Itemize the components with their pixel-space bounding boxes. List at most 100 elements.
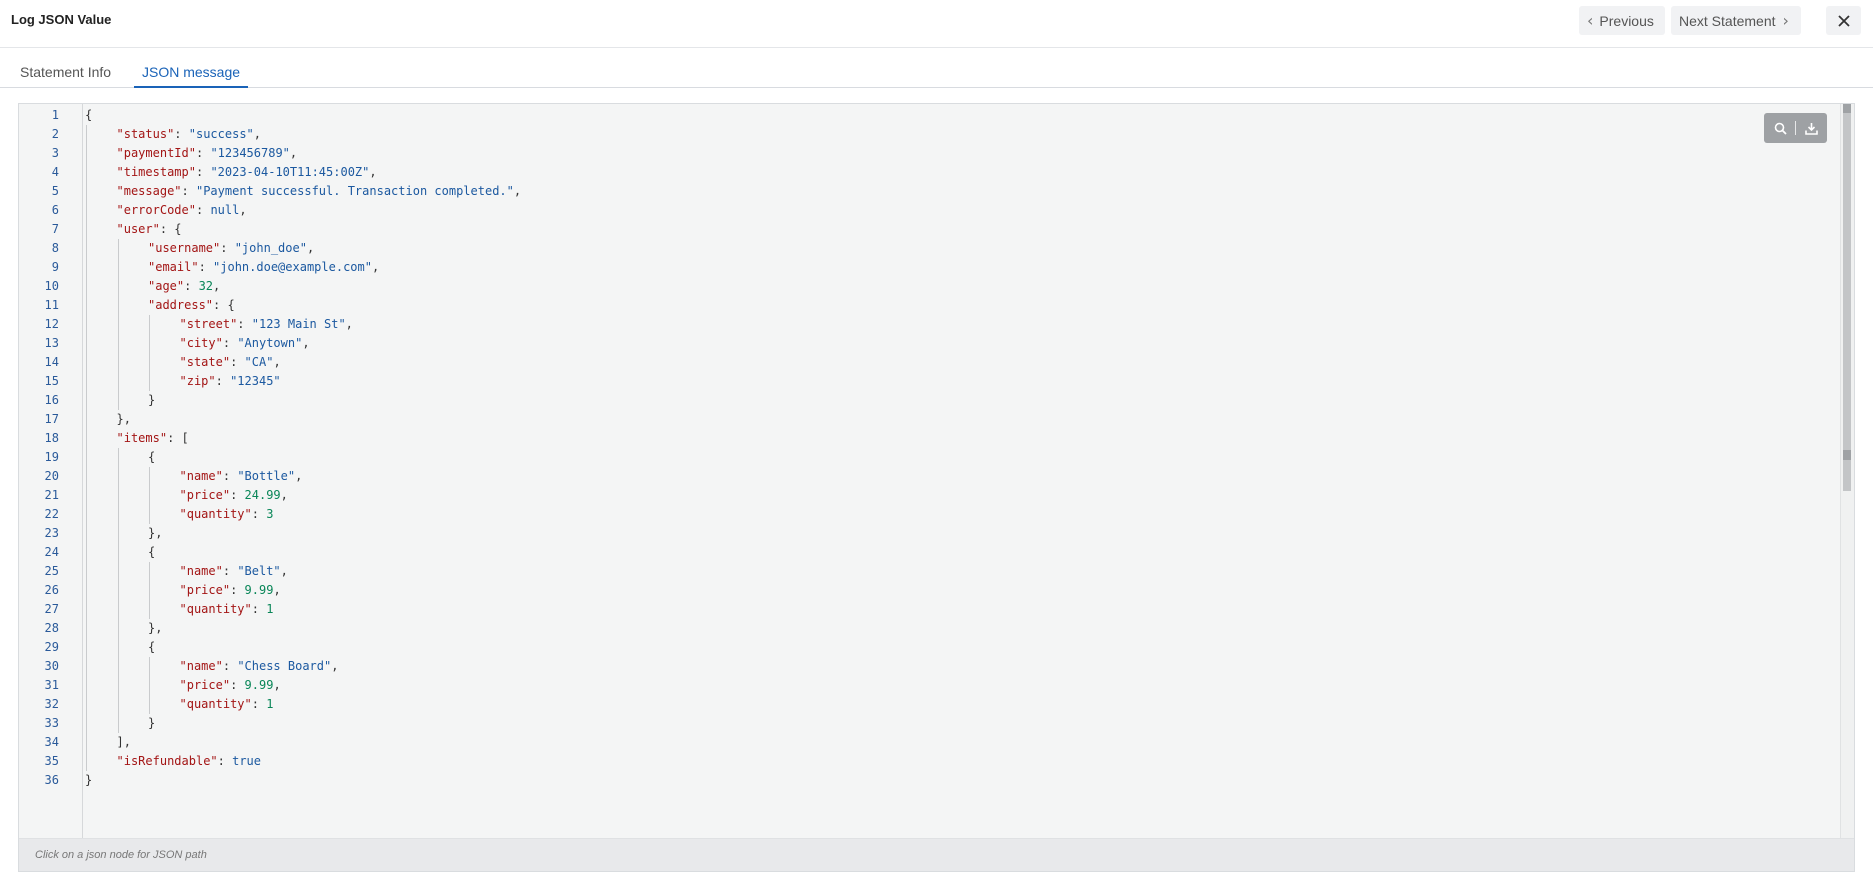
code-line[interactable]: 25 "name": "Belt", [19,562,1840,581]
indent-guide [86,619,87,638]
code-line[interactable]: 26 "price": 9.99, [19,581,1840,600]
indent-guide [86,600,87,619]
code-token: , [280,564,288,578]
code-line[interactable]: 1{ [19,106,1840,125]
code-line[interactable]: 16} [19,391,1840,410]
line-number: 12 [44,317,59,331]
code-text: { [148,448,155,467]
indent-guide [117,695,119,714]
code-token: : [230,488,245,502]
json-path-hint: Click on a json node for JSON path [35,849,207,861]
code-line[interactable]: 32 "quantity": 1 [19,695,1840,714]
code-text: "items": [ [117,429,189,448]
code-text: ], [117,733,131,752]
code-line[interactable]: 3 "paymentId": "123456789", [19,144,1840,163]
line-number: 24 [44,545,59,559]
code-line[interactable]: 11 "address": { [19,296,1840,315]
code-area[interactable]: 1{2 "status": "success", 3 "paymentId": "12… [19,104,1840,838]
tab-json-message[interactable]: JSON message [134,64,248,88]
code-token: : [198,260,214,274]
code-line[interactable]: 35 "isRefundable": true [19,752,1840,771]
code-token: "paymentId" [116,146,196,160]
code-token: "errorCode" [116,203,196,217]
code-line[interactable]: 24 { [19,543,1840,562]
code-line[interactable]: 29 { [19,638,1840,657]
line-number: 20 [44,469,59,483]
code-token: : [251,697,267,711]
code-line[interactable]: 4 "timestamp": "2023-04-10T11:45:00Z", [19,163,1840,182]
code-line[interactable]: 14 "state": "CA", [19,353,1840,372]
scrollbar-position-marker [1843,450,1851,460]
line-number: 31 [44,678,59,692]
code-line[interactable]: 34], [19,733,1840,752]
code-text: "address": { [148,296,235,315]
scrollbar-thumb[interactable] [1843,108,1851,491]
code-text: } [148,714,155,733]
line-number: 26 [44,583,59,597]
indent-guide [149,467,150,486]
next-statement-button[interactable]: Next Statement › [1671,6,1801,35]
code-line[interactable]: 21 "price": 24.99, [19,486,1840,505]
code-token: "address" [148,298,214,312]
code-line[interactable]: 22 "quantity": 3 [19,505,1840,524]
code-line[interactable]: 2 "status": "success", [19,125,1840,144]
code-line[interactable]: 19 { [19,448,1840,467]
search-button[interactable] [1772,120,1788,136]
code-line[interactable]: 9 "email": "john.doe@example.com", [19,258,1840,277]
line-number: 16 [44,393,59,407]
code-token: : [174,127,189,141]
line-number: 7 [51,222,59,236]
code-token: "Chess Board" [237,659,332,673]
code-token: "street" [179,317,238,331]
code-line[interactable]: 7 "user": { [19,220,1840,239]
code-line[interactable]: 15 "zip": "12345" [19,372,1840,391]
code-line[interactable]: 5 "message": "Payment successful. Transac… [19,182,1840,201]
code-line[interactable]: 8 "username": "john_doe", [19,239,1840,258]
previous-button-label: Previous [1599,12,1654,29]
code-line[interactable]: 23}, [19,524,1840,543]
code-line[interactable]: 20 "name": "Bottle", [19,467,1840,486]
tab-statement-info[interactable]: Statement Info [20,64,111,88]
code-line[interactable]: 6 "errorCode": null, [19,201,1840,220]
line-number: 9 [51,260,59,274]
line-number: 36 [44,773,59,787]
indent-guide [86,296,87,315]
indent-guide [149,676,150,695]
indent-guide [86,714,87,733]
code-text: "age": 32, [148,277,220,296]
code-text: "timestamp": "2023-04-10T11:45:00Z", [117,163,377,182]
indent-guide [149,353,150,372]
code-line[interactable]: 33} [19,714,1840,733]
code-line[interactable]: 17}, [19,410,1840,429]
indent-guide [149,372,150,391]
line-number: 10 [44,279,59,293]
code-token: , [273,355,281,369]
code-line[interactable]: 27 "quantity": 1 [19,600,1840,619]
code-line[interactable]: 30 "name": "Chess Board", [19,657,1840,676]
download-button[interactable] [1803,120,1819,136]
code-token: "CA" [244,355,274,369]
code-token: true [232,754,262,768]
code-line[interactable]: 36} [19,771,1840,790]
tab-bar: Statement Info JSON message [0,58,1873,88]
indent-guide [86,220,87,239]
code-line[interactable]: 18 "items": [ [19,429,1840,448]
code-text: }, [117,410,131,429]
close-button[interactable] [1826,6,1861,35]
code-token: }, [148,526,163,540]
code-line[interactable]: 12 "street": "123 Main St", [19,315,1840,334]
dialog-header: Log JSON Value ‹ Previous Next Statement… [0,0,1873,48]
code-token: "timestamp" [116,165,196,179]
code-line[interactable]: 13 "city": "Anytown", [19,334,1840,353]
code-line[interactable]: 28}, [19,619,1840,638]
code-line[interactable]: 31 "price": 9.99, [19,676,1840,695]
line-number: 11 [44,298,59,312]
code-token: , [273,583,281,597]
code-token: "123456789" [210,146,290,160]
indent-guide [117,581,119,600]
vertical-scrollbar[interactable] [1840,104,1854,838]
code-token: : [217,754,233,768]
previous-button[interactable]: ‹ Previous [1579,6,1665,35]
code-line[interactable]: 10 "age": 32, [19,277,1840,296]
code-token: "city" [179,336,223,350]
